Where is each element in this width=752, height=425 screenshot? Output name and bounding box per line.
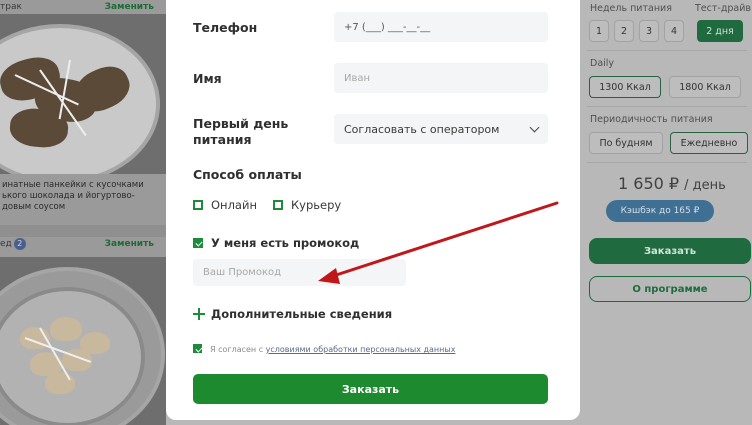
menu-column: трак Заменить инатные панкейки с кусочка…	[0, 0, 166, 425]
meal-name: ед	[0, 239, 12, 249]
kcal-option-1300[interactable]: 1300 Ккал	[589, 76, 661, 98]
weeks-option-1[interactable]: 1	[589, 20, 609, 42]
promo-checkbox-label: У меня есть промокод	[211, 236, 360, 250]
chevron-down-icon	[529, 122, 540, 132]
replace-dish-link[interactable]: Заменить	[105, 239, 154, 249]
menu-card-header: ед 2 Заменить	[0, 237, 166, 251]
weeks-option-2[interactable]: 2	[614, 20, 634, 42]
weeks-option-4[interactable]: 4	[664, 20, 684, 42]
consent-link[interactable]: условиями обработки персональных данных	[266, 345, 456, 354]
payment-courier-checkbox[interactable]	[273, 200, 283, 210]
cashback-badge: Кэшбэк до 165 ₽	[606, 200, 714, 222]
first-day-select[interactable]: Согласовать с оператором	[334, 114, 548, 144]
meal-name: трак	[0, 2, 22, 12]
price-unit: / день	[684, 178, 726, 193]
phone-input[interactable]	[334, 12, 548, 42]
order-modal: Телефон Имя Первый день питания Согласов…	[166, 0, 580, 420]
payment-label: Способ оплаты	[193, 167, 302, 182]
count-badge: 2	[13, 238, 26, 250]
consent-checkbox[interactable]	[193, 344, 202, 353]
periodicity-label: Периодичность питания	[590, 114, 713, 125]
first-day-label: Первый день питания	[193, 116, 289, 147]
divider	[587, 106, 747, 107]
menu-card-lunch: ед 2 Заменить	[0, 237, 166, 425]
payment-courier-label: Курьеру	[291, 198, 342, 212]
dish-photo	[0, 14, 166, 174]
weeks-label: Недель питания	[590, 3, 672, 14]
dish-photo	[0, 257, 166, 425]
phone-label: Телефон	[193, 20, 258, 35]
submit-order-button[interactable]: Заказать	[193, 374, 548, 404]
additional-info-toggle[interactable]: Дополнительные сведения	[211, 307, 392, 321]
price: 1 650 ₽ / день	[618, 174, 726, 193]
periodicity-daily[interactable]: Ежедневно	[670, 132, 748, 154]
test-drive-option[interactable]: 2 дня	[697, 20, 743, 42]
first-day-value: Согласовать с оператором	[344, 122, 500, 136]
replace-dish-link[interactable]: Заменить	[105, 2, 154, 12]
consent-text: Я согласен с условиями обработки персона…	[210, 345, 456, 354]
about-program-button[interactable]: О программе	[589, 276, 751, 302]
name-label: Имя	[193, 71, 222, 86]
weeks-option-3[interactable]: 3	[639, 20, 659, 42]
promo-checkbox[interactable]	[193, 238, 203, 248]
test-drive-label: Тест-драйв	[695, 3, 752, 14]
divider	[587, 162, 747, 163]
divider	[587, 50, 747, 51]
sidebar-order-button[interactable]: Заказать	[589, 238, 751, 264]
name-input[interactable]	[334, 63, 548, 93]
menu-card-breakfast: трак Заменить инатные панкейки с кусочка…	[0, 0, 166, 225]
payment-online-label: Онлайн	[211, 198, 257, 212]
menu-card-header: трак Заменить	[0, 0, 166, 14]
kcal-option-1800[interactable]: 1800 Ккал	[669, 76, 741, 98]
price-value: 1 650 ₽	[618, 174, 680, 193]
dish-description: инатные панкейки с кусочками ького шокол…	[2, 180, 144, 212]
periodicity-weekdays[interactable]: По будням	[589, 132, 663, 154]
payment-online-checkbox[interactable]	[193, 200, 203, 210]
plus-icon[interactable]	[193, 308, 205, 320]
promo-code-input[interactable]	[193, 259, 406, 286]
daily-label: Daily	[590, 58, 615, 69]
